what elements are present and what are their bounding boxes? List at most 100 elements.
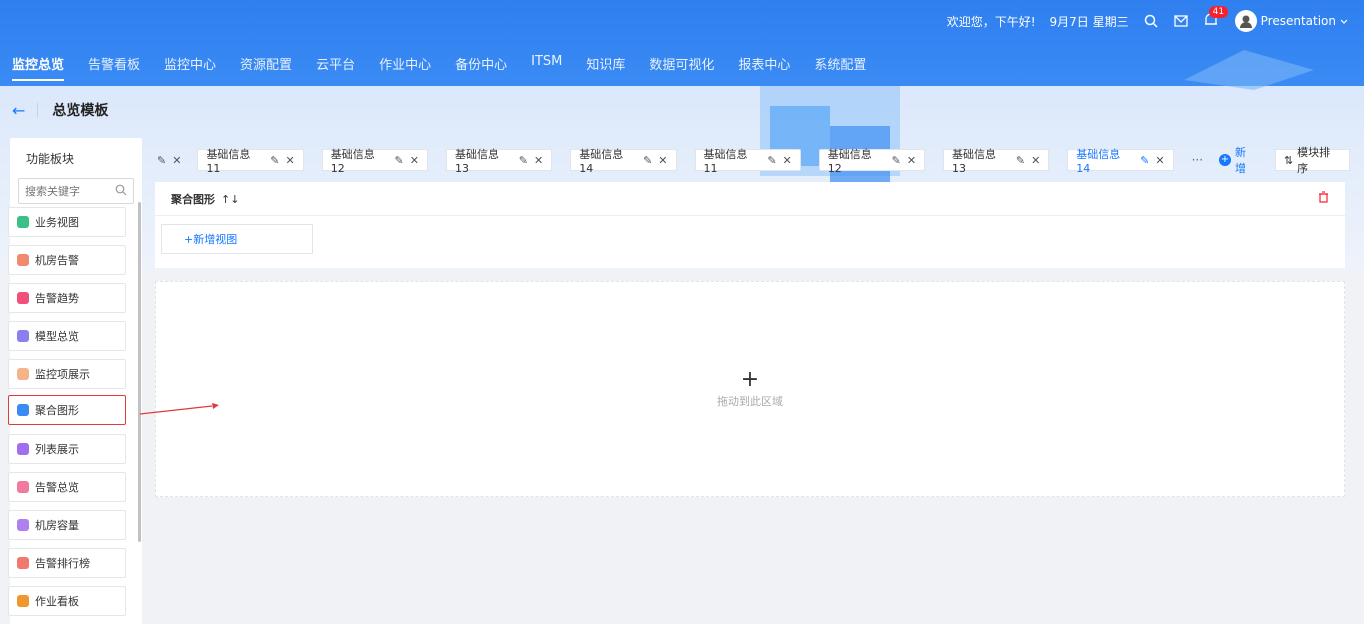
module-label: 告警排行榜	[35, 557, 90, 570]
tab-basic-info[interactable]: 基础信息13 ✎ ✕	[943, 148, 1050, 175]
module-label: 机房告警	[35, 254, 79, 267]
edit-icon[interactable]: ✎	[1140, 154, 1149, 167]
tab-basic-info[interactable]: 基础信息11 ✎ ✕	[197, 148, 304, 175]
close-icon[interactable]: ✕	[285, 154, 294, 167]
card-title-text: 聚合图形	[171, 192, 215, 206]
edit-icon[interactable]: ✎	[643, 154, 652, 167]
sort-arrows-icon[interactable]: ↑↓	[221, 193, 239, 206]
module-item-alert-ranking[interactable]: 告警排行榜	[8, 548, 126, 578]
add-label: 新增	[1234, 146, 1246, 175]
notification-icon[interactable]: 41	[1203, 6, 1229, 30]
username: Presentation	[1260, 14, 1336, 28]
tab-basic-info[interactable]: 基础信息12 ✎ ✕	[321, 148, 428, 175]
tab-label: 基础信息11	[206, 147, 251, 175]
divider	[37, 103, 39, 117]
main-nav: 监控总览 告警看板 监控中心 资源配置 云平台 作业中心 备份中心 ITSM 知…	[10, 48, 878, 81]
tab-basic-info[interactable]: 基础信息14 ✎ ✕	[570, 148, 677, 175]
more-icon[interactable]: ···	[1192, 153, 1203, 167]
module-label: 告警总览	[35, 481, 79, 494]
nav-item-cloud-platform[interactable]: 云平台	[304, 48, 367, 81]
close-icon[interactable]: ✕	[172, 154, 181, 167]
search-icon[interactable]	[1143, 13, 1159, 29]
avatar	[1234, 10, 1257, 32]
nav-item-report-center[interactable]: 报表中心	[726, 48, 802, 81]
close-icon[interactable]: ✕	[783, 154, 792, 167]
module-icon	[17, 404, 29, 416]
close-icon[interactable]: ✕	[907, 154, 916, 167]
sort-icon: ⇅	[1283, 153, 1294, 167]
add-view-button[interactable]: +新增视图	[161, 224, 313, 254]
date-text: 9月7日 星期三	[1049, 14, 1129, 29]
edit-icon[interactable]: ✎	[395, 154, 404, 167]
tab-basic-info[interactable]: 基础信息12 ✎ ✕	[818, 148, 926, 175]
module-item-alert-trend[interactable]: 告警趋势	[8, 283, 126, 313]
close-icon[interactable]: ✕	[1031, 154, 1040, 167]
module-item-list-display[interactable]: 列表展示	[8, 434, 126, 464]
nav-item-knowledge-base[interactable]: 知识库	[574, 48, 637, 81]
annotation-arrow	[140, 403, 219, 415]
tab-basic-info-active[interactable]: 基础信息14 ✎ ✕	[1067, 148, 1174, 175]
nav-item-job-center[interactable]: 作业中心	[367, 48, 443, 81]
edit-icon[interactable]: ✎	[519, 154, 528, 167]
module-label: 监控项展示	[35, 368, 90, 381]
module-item-model-overview[interactable]: 模型总览	[8, 321, 126, 351]
module-label: 告警趋势	[35, 292, 79, 305]
module-item-job-board[interactable]: 作业看板	[8, 586, 126, 616]
nav-item-backup-center[interactable]: 备份中心	[443, 48, 519, 81]
nav-item-monitor-overview[interactable]: 监控总览	[10, 48, 76, 81]
tab-partial[interactable]: ✎ ✕	[155, 149, 183, 171]
nav-item-monitor-center[interactable]: 监控中心	[152, 48, 228, 81]
module-label: 业务视图	[35, 216, 79, 229]
tab-label: 基础信息14	[579, 147, 624, 175]
close-icon[interactable]: ✕	[658, 154, 667, 167]
module-item-room-capacity[interactable]: 机房容量	[8, 510, 126, 540]
edit-icon[interactable]: ✎	[157, 154, 166, 167]
search-input[interactable]	[25, 184, 105, 198]
module-icon	[17, 330, 29, 342]
module-item-alert-overview[interactable]: 告警总览	[8, 472, 126, 502]
greeting-text: 欢迎您，下午好!	[946, 14, 1036, 29]
add-module-button[interactable]: + 新增	[1219, 144, 1257, 176]
module-label: 机房容量	[35, 519, 79, 532]
edit-icon[interactable]: ✎	[892, 154, 901, 167]
mail-icon[interactable]	[1173, 13, 1189, 29]
nav-item-itsm[interactable]: ITSM	[519, 48, 574, 81]
edit-icon[interactable]: ✎	[1016, 154, 1025, 167]
nav-item-resource-config[interactable]: 资源配置	[228, 48, 304, 81]
nav-item-system-config[interactable]: 系统配置	[802, 48, 878, 81]
module-item-business-view[interactable]: 业务视图	[8, 207, 126, 237]
search-field[interactable]	[18, 178, 134, 204]
drop-zone[interactable]: + 拖动到此区域	[155, 281, 1345, 497]
close-icon[interactable]: ✕	[534, 154, 543, 167]
scrollbar[interactable]	[138, 202, 141, 542]
close-icon[interactable]: ✕	[410, 154, 419, 167]
nav-item-data-visualization[interactable]: 数据可视化	[637, 48, 726, 81]
module-item-aggregate-graph[interactable]: 聚合图形	[8, 395, 126, 425]
module-item-monitor-display[interactable]: 监控项展示	[8, 359, 126, 389]
user-menu[interactable]: Presentation	[1234, 10, 1348, 32]
page-header: ← 总览模板	[12, 100, 108, 120]
module-sort-button[interactable]: ⇅ 模块排序	[1274, 146, 1351, 175]
tab-label: 基础信息13	[952, 147, 997, 175]
module-label: 模型总览	[35, 330, 79, 343]
edit-icon[interactable]: ✎	[767, 154, 776, 167]
decorative-shape	[1184, 50, 1314, 90]
delete-icon[interactable]	[1318, 191, 1329, 206]
back-arrow-icon[interactable]: ←	[12, 101, 25, 120]
tab-basic-info[interactable]: 基础信息13 ✎ ✕	[445, 148, 553, 175]
module-icon	[17, 216, 29, 228]
search-icon[interactable]	[115, 184, 127, 199]
notification-badge: 41	[1208, 6, 1229, 18]
plus-icon: +	[1219, 154, 1231, 166]
sort-label: 模块排序	[1297, 146, 1331, 175]
close-icon[interactable]: ✕	[1155, 154, 1164, 167]
module-tabs: ✎ ✕ 基础信息11 ✎ ✕ 基础信息12 ✎ ✕ 基础信息13 ✎ ✕ 基础信息14 ✎ ✕ …	[155, 146, 1351, 175]
module-icon	[17, 254, 29, 266]
nav-item-alert-board[interactable]: 告警看板	[76, 48, 152, 81]
module-icon	[17, 443, 29, 455]
tab-label: 基础信息13	[454, 147, 499, 175]
edit-icon[interactable]: ✎	[270, 154, 279, 167]
tab-basic-info[interactable]: 基础信息11 ✎ ✕	[694, 148, 801, 175]
module-item-room-alert[interactable]: 机房告警	[8, 245, 126, 275]
tab-label: 基础信息12	[827, 147, 872, 175]
